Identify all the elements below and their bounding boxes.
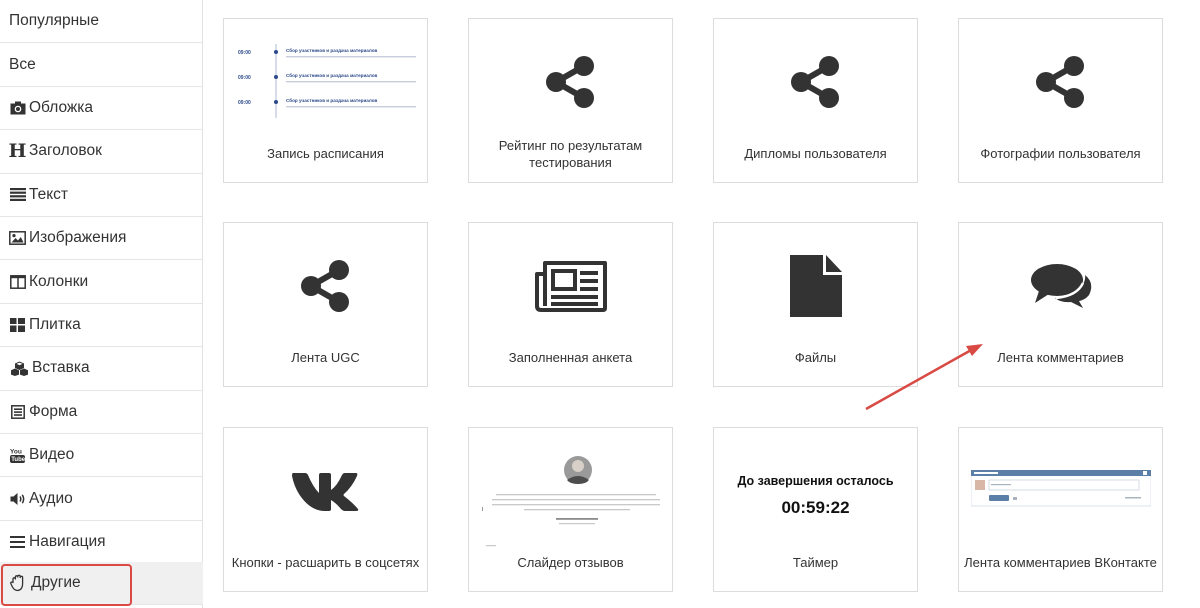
block-card-filled-form[interactable]: Заполненная анкета	[468, 222, 673, 387]
sidebar-item-all[interactable]: Все	[0, 43, 203, 87]
share-icon	[224, 223, 427, 348]
block-card-share-buttons[interactable]: Кнопки - расшарить в соцсетях	[223, 427, 428, 592]
vk-icon	[224, 428, 427, 553]
block-card-comment-feed[interactable]: Лента комментариев	[958, 222, 1163, 387]
sidebar-item-text[interactable]: Текст	[0, 174, 203, 217]
schedule-title: Сбор участников и раздача материалов	[286, 97, 378, 103]
block-card-label: Лента комментариев ВКонтакте	[964, 555, 1157, 570]
sidebar-item-label: Аудио	[29, 489, 73, 507]
sidebar-item-insert[interactable]: Вставка	[0, 347, 203, 391]
schedule-time: 09:00	[238, 75, 251, 81]
block-card-timer[interactable]: До завершения осталось 00:59:22 Таймер	[713, 427, 918, 592]
block-card-label: Фотографии пользователя	[980, 146, 1141, 161]
sidebar-item-label: Вставка	[32, 359, 90, 377]
camera-icon	[9, 99, 26, 116]
sidebar-item-label: Плитка	[29, 315, 81, 333]
testimonial-preview	[469, 428, 672, 553]
sidebar-item-form[interactable]: Форма	[0, 391, 203, 434]
timer-heading: До завершения осталось	[737, 473, 894, 488]
timer-value: 00:59:22	[781, 497, 850, 517]
block-card-label: Кнопки - расшарить в соцсетях	[231, 555, 420, 570]
svg-text:You: You	[10, 449, 22, 456]
share-icon	[469, 19, 672, 144]
block-card-ugc-feed[interactable]: Лента UGC	[223, 222, 428, 387]
sidebar-item-label: Обложка	[29, 98, 94, 116]
sidebar-item-label: Навигация	[29, 532, 106, 550]
block-card-label: Дипломы пользователя	[744, 146, 887, 161]
blocks-grid: 09:00 Сбор участников и раздача материал…	[203, 0, 1200, 608]
columns-icon	[9, 273, 26, 290]
sidebar-item-navigation[interactable]: Навигация	[0, 521, 203, 565]
block-card-label: Лента комментариев	[997, 350, 1124, 365]
sidebar-item-video[interactable]: You Tube Видео	[0, 434, 203, 478]
file-icon	[714, 223, 917, 348]
sidebar-item-heading[interactable]: H Заголовок	[0, 130, 203, 174]
sidebar-item-popular[interactable]: Популярные	[0, 0, 203, 44]
sidebar-item-label: Заголовок	[29, 142, 102, 160]
menu-icon	[9, 533, 26, 550]
block-card-label: Заполненная анкета	[508, 350, 633, 365]
sidebar-item-audio[interactable]: Аудио	[0, 477, 203, 521]
svg-text:Tube: Tube	[11, 457, 25, 463]
sidebar-item-label: Колонки	[29, 272, 89, 290]
text-lines-icon	[9, 186, 26, 203]
block-card-vk-comments[interactable]: Лента комментариев ВКонтакте	[958, 427, 1163, 592]
speaker-icon	[9, 490, 26, 507]
sidebar-item-label: Все	[9, 55, 36, 73]
schedule-time: 09:00	[238, 100, 251, 106]
vk-comments-preview	[959, 428, 1162, 553]
block-card-schedule[interactable]: 09:00 Сбор участников и раздача материал…	[223, 18, 428, 183]
block-card-label: Запись расписания	[267, 146, 384, 161]
sidebar-item-label: Изображения	[29, 229, 127, 247]
block-card-label: Таймер	[792, 555, 839, 570]
sidebar-item-label: Видео	[29, 446, 75, 464]
block-card-label: Рейтинг по результатам тестирования	[498, 138, 643, 170]
heading-icon: H	[8, 140, 27, 163]
block-card-files[interactable]: Файлы	[713, 222, 918, 387]
share-icon	[959, 19, 1162, 144]
sidebar-item-label: Другие	[31, 574, 81, 592]
schedule-time: 09:00	[238, 50, 251, 56]
schedule-preview: 09:00 Сбор участников и раздача материал…	[224, 19, 427, 144]
sidebar-item-label: Популярные	[9, 12, 99, 30]
sidebar: Популярные Все Обложка H Заголовок Текст…	[0, 0, 203, 608]
image-icon	[9, 230, 26, 247]
block-card-label: Файлы	[794, 350, 837, 365]
sidebar-item-images[interactable]: Изображения	[0, 217, 203, 261]
block-card-label: Лента UGC	[291, 350, 360, 365]
block-card-user-photos[interactable]: Фотографии пользователя	[958, 18, 1163, 183]
sidebar-item-cover[interactable]: Обложка	[0, 87, 203, 131]
timer-preview: До завершения осталось 00:59:22	[714, 428, 917, 553]
sidebar-item-label: Текст	[29, 185, 69, 203]
block-card-test-rating[interactable]: Рейтинг по результатам тестирования	[468, 18, 673, 183]
hand-icon	[9, 574, 28, 592]
share-icon	[714, 19, 917, 144]
cubes-icon	[9, 360, 29, 377]
sidebar-item-columns[interactable]: Колонки	[0, 260, 203, 304]
block-card-reviews-slider[interactable]: Слайдер отзывов	[468, 427, 673, 592]
sidebar-item-tiles[interactable]: Плитка	[0, 304, 203, 348]
sidebar-item-other[interactable]: Другие	[0, 562, 203, 606]
sidebar-item-label: Форма	[29, 402, 78, 420]
youtube-icon: You Tube	[9, 447, 26, 464]
comments-icon	[959, 223, 1162, 348]
schedule-title: Сбор участников и раздача материалов	[286, 47, 378, 53]
form-icon	[9, 403, 26, 420]
tiles-icon	[9, 316, 26, 333]
schedule-title: Сбор участников и раздача материалов	[286, 72, 378, 78]
block-card-label: Слайдер отзывов	[517, 555, 624, 570]
block-card-diplomas[interactable]: Дипломы пользователя	[713, 18, 918, 183]
newspaper-icon	[469, 223, 672, 348]
